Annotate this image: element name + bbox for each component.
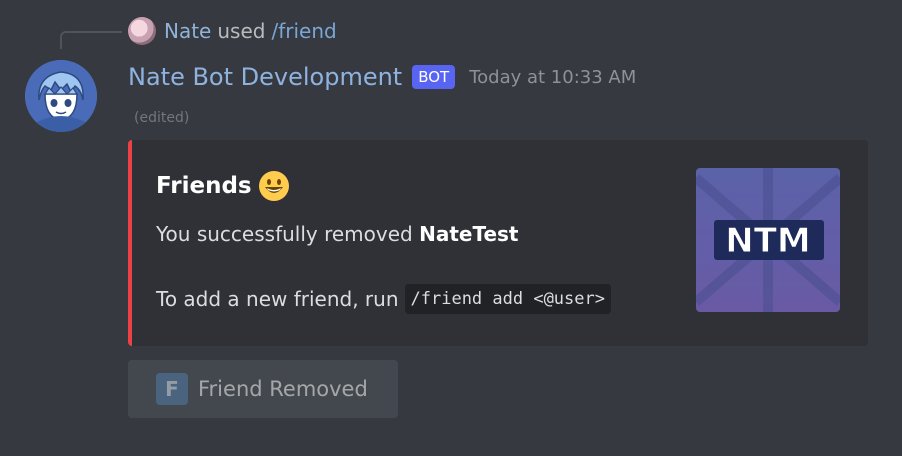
bot-username[interactable]: Nate Bot Development <box>128 63 402 91</box>
reply-user-avatar[interactable] <box>128 17 156 45</box>
embed-title: Friends <box>156 170 290 202</box>
bot-avatar-image <box>25 60 97 132</box>
svg-text:NTM: NTM <box>725 221 810 261</box>
embed-title-text: Friends <box>156 173 252 199</box>
removed-username: NateTest <box>419 222 519 246</box>
friend-removed-button[interactable]: F Friend Removed <box>128 360 398 418</box>
embed-description-line1: You successfully removed NateTest <box>156 222 518 246</box>
add-friend-hint: To add a new friend, run <box>156 287 399 311</box>
message-header: Nate Bot Development BOT Today at 10:33 … <box>128 60 636 94</box>
reply-command[interactable]: /friend <box>271 19 336 43</box>
ntm-logo-icon: NTM <box>696 168 840 312</box>
bot-avatar[interactable] <box>25 60 97 132</box>
reply-used-text: used <box>217 19 266 43</box>
chat-message: Nate used /friend Nate Bot Development B… <box>0 0 902 456</box>
embed-thumbnail[interactable]: NTM <box>696 168 840 312</box>
reply-username[interactable]: Nate <box>164 19 211 43</box>
grinning-face-icon <box>258 171 289 201</box>
reply-context[interactable]: Nate used /friend <box>128 17 337 45</box>
message-timestamp[interactable]: Today at 10:33 AM <box>469 67 636 88</box>
reply-connector <box>60 31 122 49</box>
edited-label: (edited) <box>134 110 190 126</box>
embed-card: Friends You successfully removed NateTes… <box>128 140 868 346</box>
removed-text: You successfully removed <box>156 222 420 246</box>
friend-f-icon: F <box>156 373 188 405</box>
inline-code-command: /friend add <@user> <box>404 284 611 314</box>
bot-tag-badge: BOT <box>412 65 456 89</box>
embed-description-line2: To add a new friend, run /friend add <@u… <box>156 284 611 314</box>
friend-removed-label: Friend Removed <box>198 377 368 401</box>
